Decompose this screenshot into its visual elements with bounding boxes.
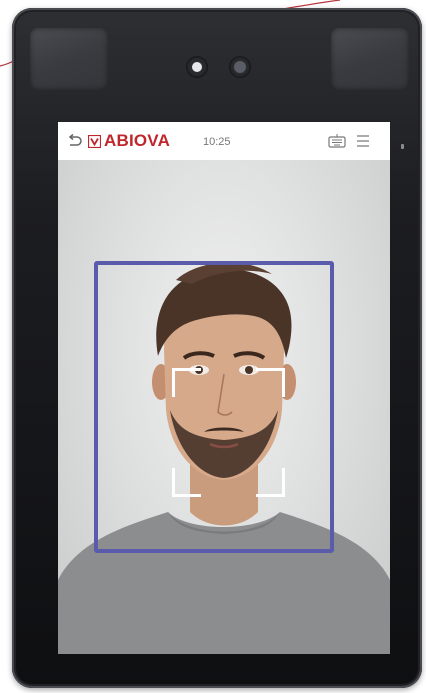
status-led bbox=[401, 144, 404, 149]
right-sensor-window bbox=[331, 28, 409, 90]
keyboard-icon[interactable] bbox=[328, 134, 346, 148]
back-arrow-icon[interactable] bbox=[66, 133, 82, 149]
face-recognition-terminal: ABIOVA 10:25 bbox=[12, 8, 422, 688]
face-corner-top-right bbox=[256, 368, 285, 397]
clock-time: 10:25 bbox=[203, 136, 231, 148]
hamburger-menu-icon[interactable] bbox=[355, 133, 371, 149]
app-header-bar: ABIOVA 10:25 bbox=[58, 122, 390, 160]
brand-name: ABIOVA bbox=[104, 131, 171, 150]
left-sensor-window bbox=[30, 28, 108, 90]
camera-lens-ir bbox=[229, 56, 251, 78]
camera-lens-white bbox=[186, 56, 208, 78]
logo-mark-icon bbox=[88, 134, 101, 148]
face-detection-frame bbox=[94, 261, 334, 553]
camera-feed bbox=[58, 160, 390, 654]
page: ABIOVA 10:25 bbox=[0, 0, 426, 693]
face-corner-top-left bbox=[172, 368, 201, 397]
face-corner-bottom-right bbox=[256, 468, 285, 497]
face-corner-bottom-left bbox=[172, 468, 201, 497]
device-screen: ABIOVA 10:25 bbox=[58, 122, 390, 654]
brand-logo: ABIOVA bbox=[88, 131, 171, 150]
